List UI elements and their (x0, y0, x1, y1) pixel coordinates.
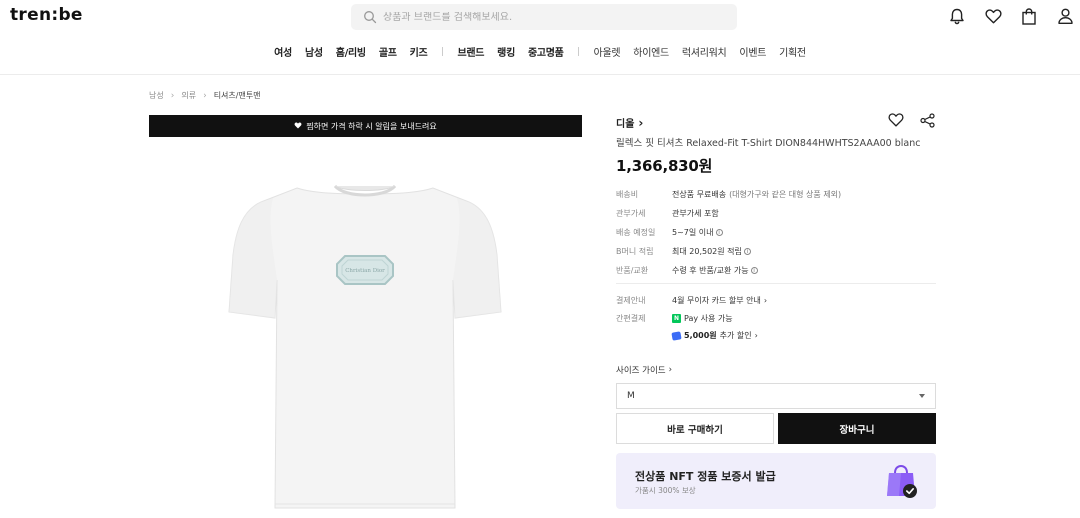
breadcrumb-item[interactable]: 티셔츠/맨투맨 (214, 90, 261, 101)
breadcrumb-item[interactable]: 의류 (181, 90, 196, 101)
info-icon[interactable]: i (715, 229, 723, 236)
nav-item-luxury-watch[interactable]: 럭셔리워치 (682, 44, 727, 59)
nav-item-outlet[interactable]: 아울렛 (594, 44, 621, 59)
alert-banner-text: 찜하면 가격 하락 시 알림을 보내드려요 (306, 121, 437, 131)
nft-certificate-banner[interactable]: 전상품 NFT 정품 보증서 발급 가품시 300% 보상 (616, 453, 936, 509)
search-icon (363, 10, 377, 24)
easypay-row: 간편결제 N Pay 사용 가능 (616, 313, 936, 324)
points-label: B머니 적립 (616, 247, 654, 256)
installment-text: 4월 무이자 카드 할부 안내 (672, 296, 761, 305)
installment-link[interactable]: 4월 무이자 카드 할부 안내 › (672, 295, 767, 306)
product-image[interactable]: Christian Dior (149, 140, 582, 518)
easypay-label: 간편결제 (616, 314, 646, 323)
nav-item-golf[interactable]: 골프 (379, 44, 397, 59)
eta-value: 5~7일 이내 (672, 228, 714, 237)
eta-row: 배송 예정일 5~7일 이내 i (616, 227, 936, 238)
nav-item-used-luxury[interactable]: 중고명품 (528, 44, 564, 59)
nft-title: 전상품 NFT 정품 보증서 발급 (635, 470, 776, 483)
nav-divider (441, 46, 443, 56)
easypay-value: Pay 사용 가능 (684, 314, 733, 323)
shipping-note: (대형가구와 같은 대형 상품 제외) (729, 190, 842, 199)
site-header: tren:be 여성 남성 홈/리빙 골프 키즈 브랜드 랭킹 중고명품 아울렛… (0, 0, 1080, 75)
divider (616, 283, 936, 284)
coupon-link[interactable]: 5,000원 추가 할인 › (671, 330, 758, 341)
tax-value: 관부가세 포함 (672, 209, 719, 218)
main-nav: 여성 남성 홈/리빙 골프 키즈 브랜드 랭킹 중고명품 아울렛 하이엔드 럭셔… (0, 43, 1080, 59)
naver-pay-icon: N (672, 314, 681, 323)
brand-link[interactable]: 디올 › (616, 115, 644, 131)
size-guide-link[interactable]: 사이즈 가이드 › (616, 364, 672, 376)
size-guide-label: 사이즈 가이드 (616, 366, 666, 376)
chevron-right-icon: › (638, 115, 644, 130)
nav-item-event[interactable]: 이벤트 (739, 44, 766, 59)
user-icon[interactable] (1056, 7, 1074, 25)
shopping-bag-check-icon (884, 463, 920, 499)
info-icon[interactable]: i (743, 248, 751, 255)
wishlist-alert-banner[interactable]: 찜하면 가격 하락 시 알림을 보내드려요 (149, 115, 582, 137)
wishlist-heart-icon[interactable] (888, 113, 904, 129)
brand-name: 디올 (616, 119, 635, 130)
caret-down-icon (919, 394, 925, 398)
buy-now-button[interactable]: 바로 구매하기 (616, 413, 774, 444)
chevron-right-icon: › (170, 90, 175, 101)
eta-label: 배송 예정일 (616, 228, 656, 237)
product-name: 릴렉스 핏 티셔츠 Relaxed-Fit T-Shirt DION844HWH… (616, 138, 921, 149)
payment-row: 결제안내 4월 무이자 카드 할부 안내 › (616, 295, 936, 306)
size-select-value: M (627, 391, 635, 401)
header-actions (948, 7, 1074, 25)
payment-label: 결제안내 (616, 296, 646, 305)
info-icon[interactable]: i (750, 267, 758, 274)
nav-item-exhibition[interactable]: 기획전 (779, 44, 806, 59)
coupon-row: 5,000원 추가 할인 › (616, 330, 936, 341)
bell-icon[interactable] (948, 7, 966, 25)
bag-icon[interactable] (1020, 7, 1038, 25)
nav-item-men[interactable]: 남성 (305, 44, 323, 59)
nav-item-high-end[interactable]: 하이엔드 (633, 44, 669, 59)
breadcrumb-item[interactable]: 남성 (149, 90, 164, 101)
chevron-right-icon: › (754, 331, 758, 340)
heart-icon[interactable] (984, 7, 1002, 25)
nft-subtitle: 가품시 300% 보상 (635, 486, 696, 495)
coupon-amount: 5,000원 (684, 331, 717, 340)
return-value: 수령 후 반품/교환 가능 (672, 266, 749, 275)
nav-item-women[interactable]: 여성 (274, 44, 292, 59)
return-label: 반품/교환 (616, 266, 649, 275)
chevron-right-icon: › (203, 90, 207, 101)
heart-filled-icon (294, 122, 302, 131)
search-input[interactable] (383, 11, 703, 23)
return-row: 반품/교환 수령 후 반품/교환 가능 i (616, 265, 936, 276)
tax-label: 관부가세 (616, 209, 646, 218)
shipping-value: 전상품 무료배송 (672, 190, 727, 199)
add-to-cart-button[interactable]: 장바구니 (778, 413, 936, 444)
points-row: B머니 적립 최대 20,502원 적립 i (616, 246, 936, 257)
coupon-icon (671, 330, 682, 341)
size-select[interactable]: M (616, 383, 936, 409)
search-bar[interactable] (351, 4, 737, 30)
tax-row: 관부가세 관부가세 포함 (616, 208, 936, 219)
product-actions (888, 113, 936, 129)
nav-item-kids[interactable]: 키즈 (410, 44, 428, 59)
chevron-right-icon: › (763, 296, 768, 305)
product-image-label: Christian Dior (345, 268, 385, 274)
nav-item-home-living[interactable]: 홈/리빙 (336, 44, 366, 59)
nav-divider (578, 46, 580, 56)
share-icon[interactable] (920, 113, 936, 129)
nav-item-brand[interactable]: 브랜드 (457, 44, 484, 59)
points-value: 최대 20,502원 적립 (672, 247, 742, 256)
chevron-right-icon: › (668, 365, 673, 375)
breadcrumb: 남성 › 의류 › 티셔츠/맨투맨 (149, 90, 261, 101)
shipping-row: 배송비 전상품 무료배송 (대형가구와 같은 대형 상품 제외) (616, 189, 936, 200)
logo[interactable]: tren:be (10, 5, 83, 25)
product-price: 1,366,830원 (616, 157, 713, 175)
coupon-text: 추가 할인 (719, 331, 752, 340)
shipping-label: 배송비 (616, 190, 639, 199)
nav-item-ranking[interactable]: 랭킹 (497, 44, 515, 59)
